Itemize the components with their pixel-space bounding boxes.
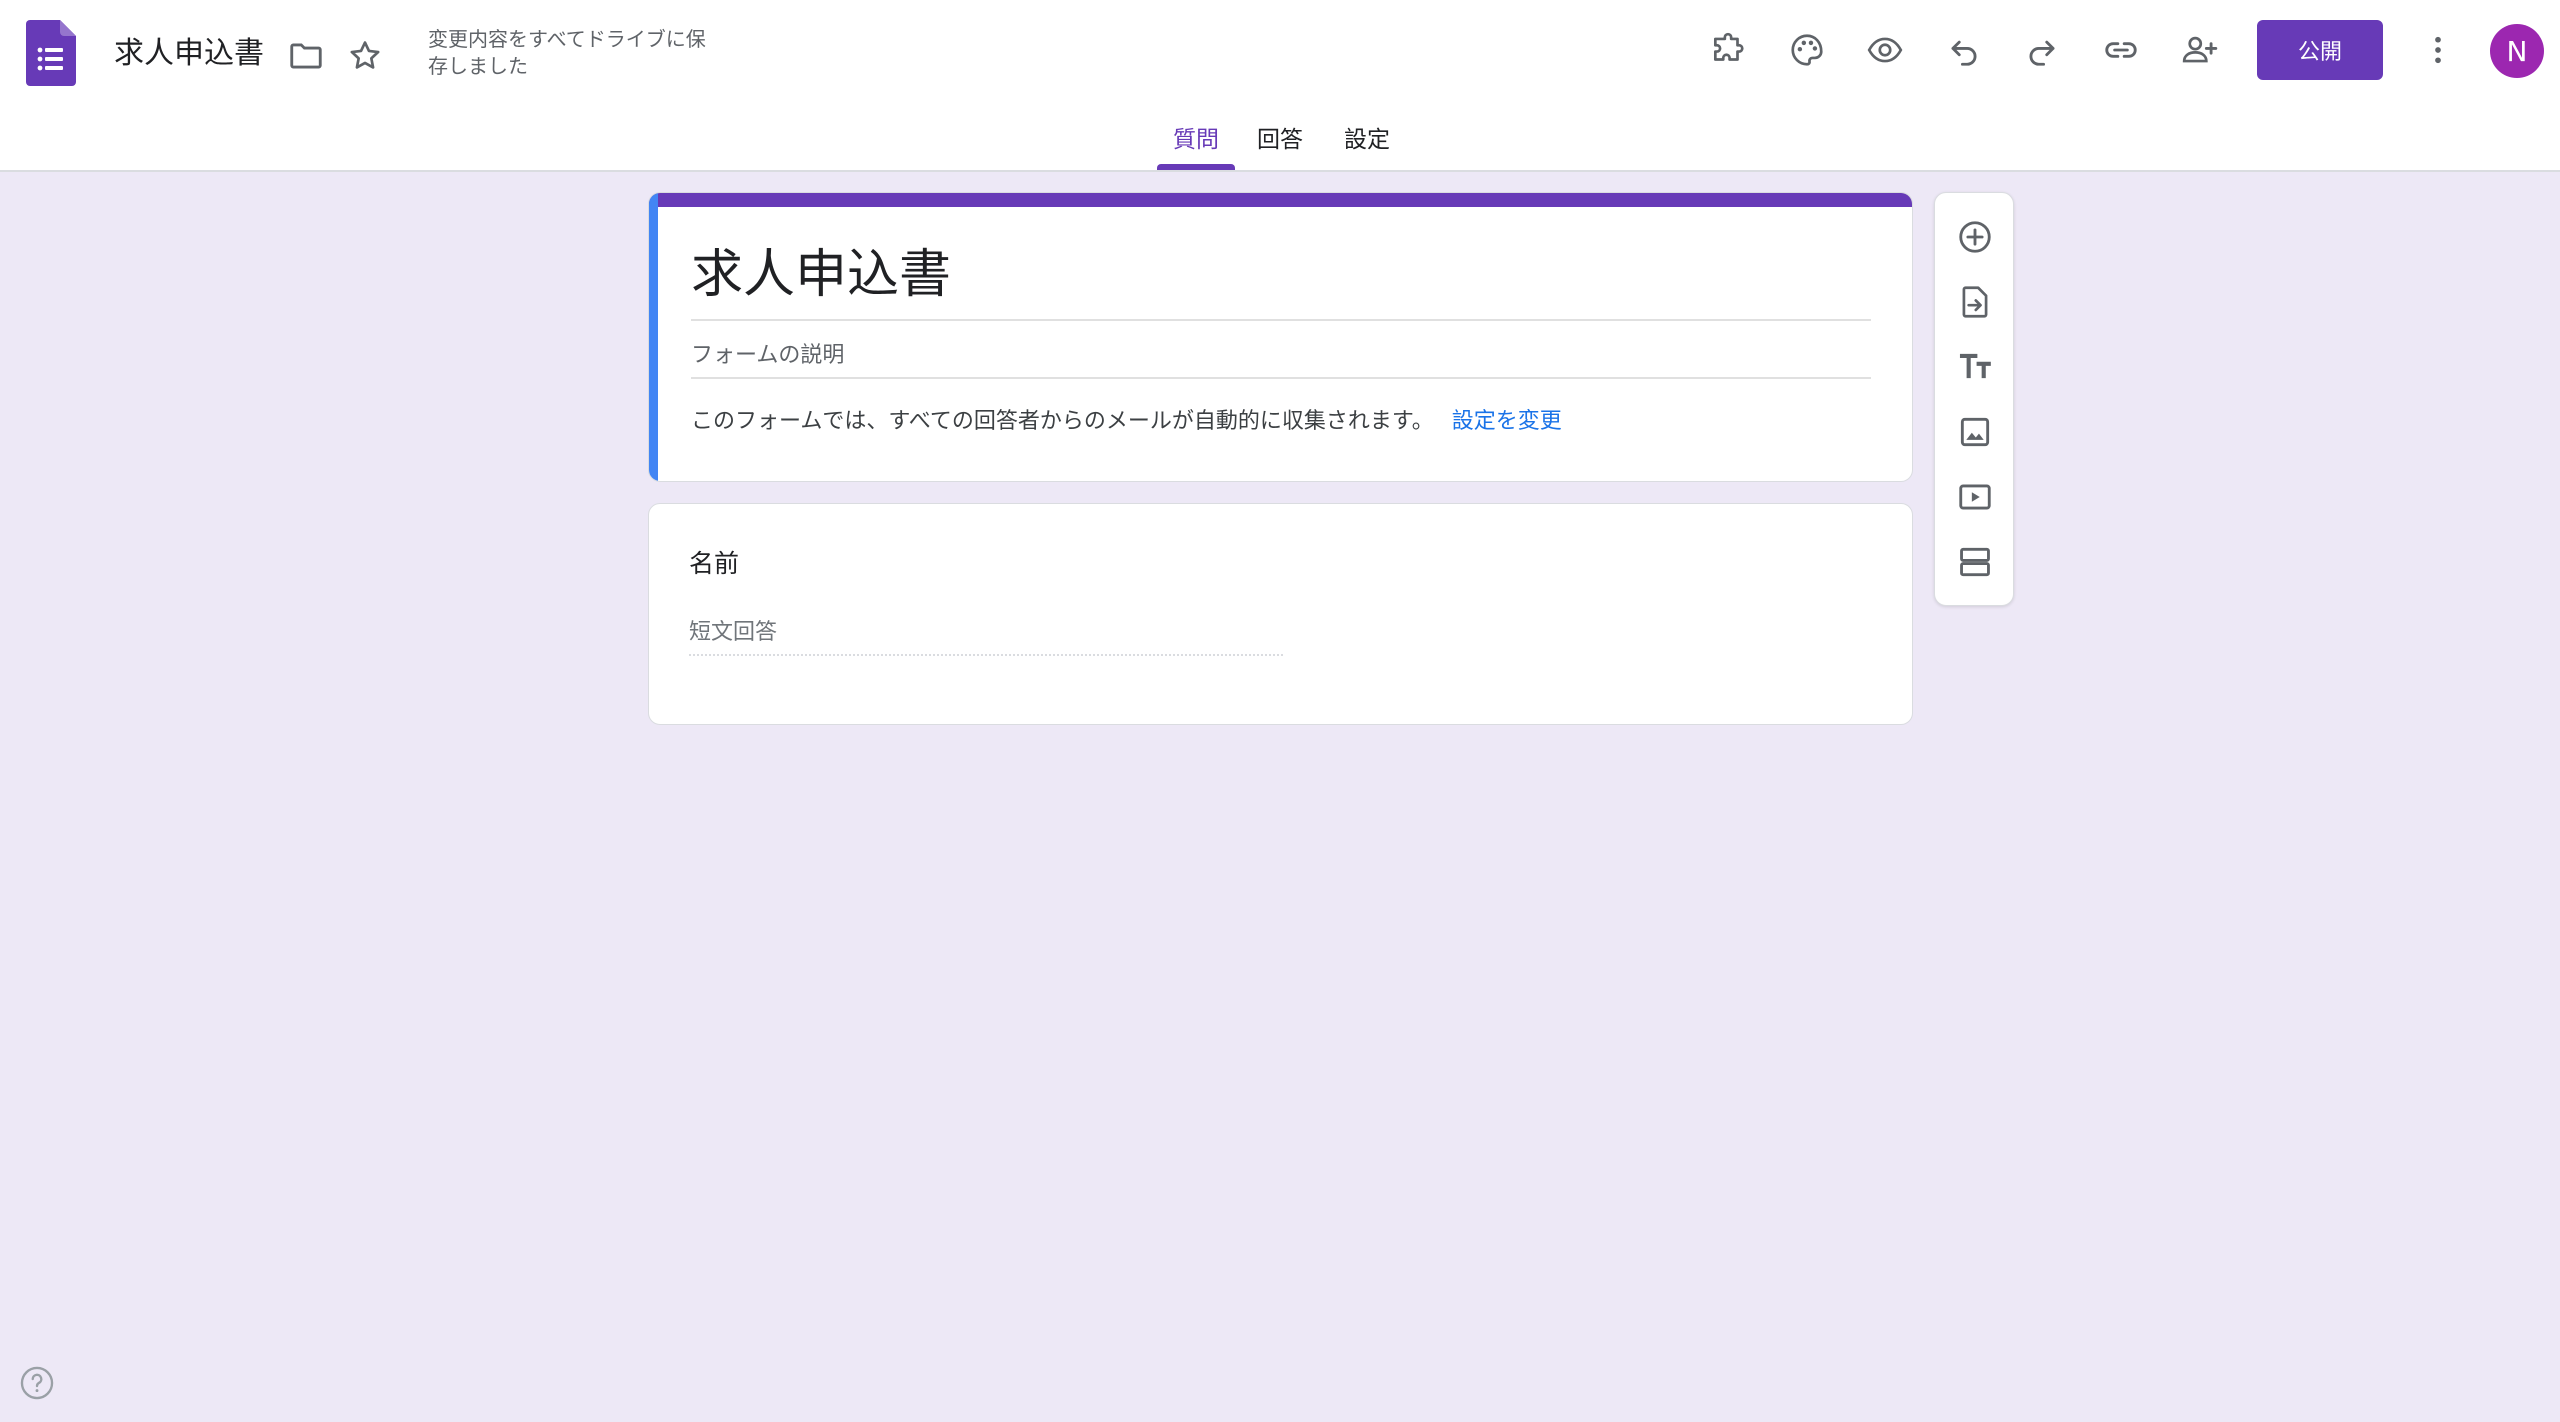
more-vert-icon[interactable]	[2414, 26, 2462, 74]
add-video-icon[interactable]	[1951, 473, 1999, 521]
folder-icon[interactable]	[282, 32, 330, 80]
question-card[interactable]: 名前 短文回答	[648, 503, 1913, 725]
addon-icon[interactable]	[1704, 26, 1752, 74]
app-header: 求人申込書 変更内容をすべてドライブに保存しました 公開 N 質問 回答 設定	[0, 0, 2560, 172]
preview-eye-icon[interactable]	[1861, 26, 1909, 74]
star-icon[interactable]	[341, 32, 389, 80]
undo-icon[interactable]	[1940, 26, 1988, 74]
forms-logo-icon[interactable]	[26, 20, 76, 86]
publish-button[interactable]: 公開	[2257, 20, 2383, 80]
redo-icon[interactable]	[2018, 26, 2066, 74]
form-description-input[interactable]: フォームの説明	[691, 339, 1871, 379]
add-collaborator-icon[interactable]	[2176, 26, 2224, 74]
tab-questions[interactable]: 質問	[1173, 122, 1219, 158]
add-image-icon[interactable]	[1951, 408, 1999, 456]
card-accent-bar	[649, 193, 1912, 207]
add-section-icon[interactable]	[1951, 538, 1999, 586]
form-header-card[interactable]: 求人申込書 フォームの説明 このフォームでは、すべての回答者からのメールが自動的…	[648, 192, 1913, 482]
card-focus-bar	[649, 193, 658, 481]
document-title[interactable]: 求人申込書	[114, 32, 264, 76]
change-settings-link[interactable]: 設定を変更	[1452, 409, 1562, 434]
add-question-icon[interactable]	[1951, 213, 1999, 261]
form-title-input[interactable]: 求人申込書	[691, 239, 1871, 321]
palette-icon[interactable]	[1783, 26, 1831, 74]
question-toolbar	[1934, 192, 2014, 606]
short-answer-field: 短文回答	[689, 616, 1283, 656]
tab-settings[interactable]: 設定	[1344, 122, 1390, 158]
add-title-icon[interactable]	[1951, 343, 1999, 391]
link-icon[interactable]	[2097, 26, 2145, 74]
import-questions-icon[interactable]	[1951, 278, 1999, 326]
email-notice-text: このフォームでは、すべての回答者からのメールが自動的に収集されます。	[691, 409, 1434, 434]
save-status-text: 変更内容をすべてドライブに保存しました	[428, 27, 706, 78]
email-collection-notice: このフォームでは、すべての回答者からのメールが自動的に収集されます。 設定を変更	[691, 405, 1562, 439]
help-icon[interactable]	[18, 1364, 56, 1402]
account-avatar[interactable]: N	[2490, 24, 2544, 78]
tab-responses[interactable]: 回答	[1257, 122, 1303, 158]
question-title[interactable]: 名前	[689, 544, 739, 584]
active-tab-indicator	[1157, 164, 1235, 170]
